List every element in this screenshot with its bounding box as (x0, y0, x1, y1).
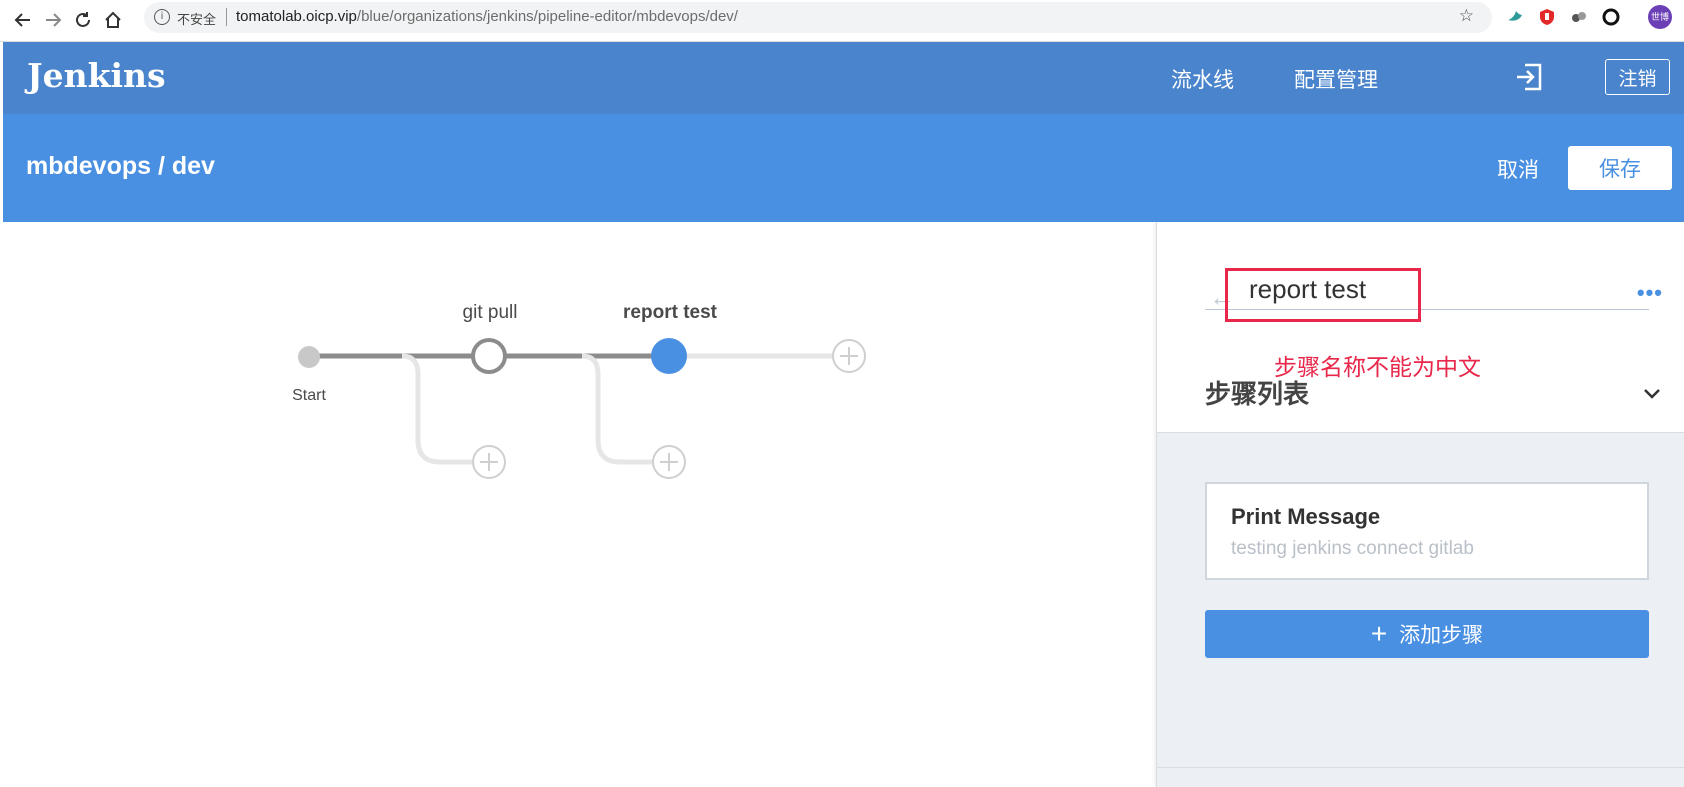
sheet-divider (1157, 767, 1684, 768)
start-label: Start (292, 387, 326, 404)
step-description: testing jenkins connect gitlab (1231, 538, 1474, 559)
cancel-button[interactable]: 取消 (1497, 154, 1539, 184)
stage-name-input[interactable] (1205, 270, 1649, 310)
add-step-label: 添加步骤 (1399, 624, 1484, 647)
stage-node-report-test[interactable] (650, 337, 688, 375)
step-title: Print Message (1231, 504, 1381, 529)
add-parallel-report-test-plus-icon[interactable] (651, 444, 687, 480)
stage-config-sheet: ← ••• 步骤名称不能为中文 步骤列表 Print Message testi… (1156, 222, 1684, 787)
jenkins-header: Jenkins 流水线 配置管理 注销 (3, 42, 1684, 114)
url-path: /blue/organizations/jenkins/pipeline-edi… (356, 8, 738, 25)
reload-icon[interactable] (67, 4, 99, 36)
browser-toolbar: i 不安全 tomatolab.oicp.vip/blue/organizati… (0, 0, 1684, 42)
add-stage-plus-icon[interactable] (831, 338, 867, 374)
steps-heading: 步骤列表 (1205, 379, 1310, 409)
address-bar[interactable]: i 不安全 tomatolab.oicp.vip/blue/organizati… (144, 2, 1492, 33)
bookmark-star-icon[interactable]: ☆ (1459, 6, 1474, 26)
pipeline-breadcrumb: mbdevops / dev (26, 152, 215, 180)
plus-icon: + (1370, 618, 1388, 649)
more-options-icon[interactable]: ••• (1637, 280, 1663, 306)
exit-icon[interactable] (1513, 61, 1545, 93)
address-divider (226, 8, 227, 26)
info-icon[interactable]: i (154, 9, 170, 25)
nav-config-management[interactable]: 配置管理 (1294, 64, 1378, 94)
ext-bird-icon[interactable] (1506, 8, 1524, 26)
logout-button[interactable]: 注销 (1605, 59, 1670, 95)
save-button[interactable]: 保存 (1568, 146, 1672, 190)
profile-avatar-icon[interactable]: 世博 (1648, 5, 1672, 29)
stage-node-git-pull[interactable] (470, 337, 508, 375)
pipeline-graph: Start git pull report test (0, 222, 1156, 787)
step-card[interactable]: Print Message testing jenkins connect gi… (1205, 482, 1649, 580)
url-text[interactable]: tomatolab.oicp.vip/blue/organizations/je… (236, 8, 738, 25)
nav-pipelines[interactable]: 流水线 (1171, 64, 1234, 94)
ext-ring-icon[interactable] (1602, 8, 1620, 26)
editor-subheader: mbdevops / dev 取消 保存 (3, 114, 1684, 222)
ext-red-shield-icon[interactable] (1538, 8, 1556, 26)
forward-arrow-icon[interactable] (37, 4, 69, 36)
sheet-header: ← ••• 步骤名称不能为中文 步骤列表 (1157, 222, 1684, 433)
url-host: tomatolab.oicp.vip (236, 8, 357, 25)
stage-label-git-pull[interactable]: git pull (463, 302, 518, 324)
back-arrow-icon[interactable] (7, 4, 39, 36)
chevron-down-icon[interactable] (1641, 382, 1663, 404)
security-label: 不安全 (177, 12, 217, 27)
start-node (298, 346, 320, 368)
stage-label-report-test[interactable]: report test (623, 302, 717, 324)
add-step-button[interactable]: + 添加步骤 (1205, 610, 1649, 658)
add-parallel-git-pull-plus-icon[interactable] (471, 444, 507, 480)
ext-gray-dots-icon[interactable] (1570, 8, 1588, 26)
jenkins-logo[interactable]: Jenkins (27, 56, 166, 95)
home-icon[interactable] (97, 4, 129, 36)
pipeline-connectors (310, 353, 850, 465)
